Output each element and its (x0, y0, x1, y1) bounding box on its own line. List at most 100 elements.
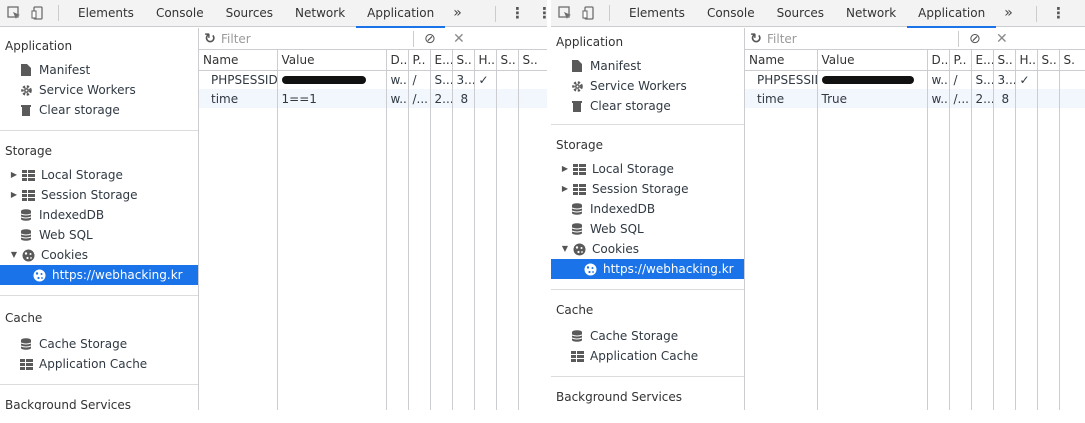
delete-selected-icon[interactable]: ✕ (453, 28, 465, 50)
inspect-element-icon[interactable] (555, 3, 575, 23)
column-header-size[interactable]: S.. (452, 50, 475, 71)
redaction-mark (821, 76, 914, 85)
refresh-icon[interactable]: ↻ (199, 31, 221, 47)
column-header-httponly[interactable]: H.. (1015, 50, 1038, 71)
trash-icon (19, 103, 33, 117)
tab-sources[interactable]: Sources (766, 0, 835, 27)
redaction-mark (281, 76, 366, 85)
expand-arrow-icon[interactable]: ▶ (9, 165, 19, 185)
column-header-domain[interactable]: D.. (386, 50, 409, 71)
table-row[interactable]: PHPSESSID w... / S... 3... ✓ (745, 70, 1085, 89)
cookie-name-cell: time (745, 89, 818, 108)
tab-console[interactable]: Console (696, 0, 766, 27)
tab-sources[interactable]: Sources (215, 0, 284, 27)
column-header-samesite[interactable]: S. (1059, 50, 1085, 71)
document-icon (570, 59, 584, 73)
sidebar-item-web-sql[interactable]: Web SQL (551, 219, 744, 239)
sidebar-item-local-storage[interactable]: ▶ Local Storage (551, 159, 744, 179)
sidebar-item-local-storage[interactable]: ▶ Local Storage (0, 165, 198, 185)
sidebar-item-application-cache[interactable]: Application Cache (551, 346, 744, 366)
cookie-cell (1015, 89, 1038, 108)
sidebar-item-service-workers[interactable]: Service Workers (0, 80, 198, 100)
expand-arrow-icon[interactable]: ▶ (560, 159, 570, 179)
sidebar-item-manifest[interactable]: Manifest (0, 60, 198, 80)
expand-arrow-icon[interactable]: ▶ (9, 185, 19, 205)
sidebar-item-label: Application Cache (590, 349, 699, 363)
expand-arrow-icon[interactable]: ▶ (560, 179, 570, 199)
clear-all-icon[interactable]: ⊘ (969, 28, 981, 50)
column-header-secure[interactable]: S.. (496, 50, 519, 71)
tab-application[interactable]: Application (907, 0, 997, 28)
filter-input[interactable] (221, 28, 401, 49)
filter-input[interactable] (767, 28, 947, 49)
table-row[interactable]: time 1==1 w... /... 2... 8 (199, 89, 547, 108)
clear-all-icon[interactable]: ⊘ (424, 28, 436, 50)
cookie-cell: 3... (993, 70, 1016, 89)
customize-menu-icon[interactable]: ⋮ (1051, 0, 1066, 27)
sidebar-item-clear-storage[interactable]: Clear storage (551, 96, 744, 116)
table-row[interactable]: PHPSESSID w... / S... 3... ✓ (199, 70, 547, 89)
column-header-httponly[interactable]: H.. (474, 50, 497, 71)
cookie-cell (1059, 70, 1085, 89)
cookie-cell (474, 89, 497, 108)
devtools-panel-left: Elements Console Sources Network Applica… (0, 0, 547, 410)
column-header-domain[interactable]: D.. (927, 50, 950, 71)
column-header-name[interactable]: Name (745, 50, 818, 71)
sidebar-item-application-cache[interactable]: Application Cache (0, 354, 198, 374)
column-header-name[interactable]: Name (199, 50, 278, 71)
column-header-expires[interactable]: E... (971, 50, 994, 71)
column-header-path[interactable]: P.. (949, 50, 972, 71)
sidebar-item-cache-storage[interactable]: Cache Storage (551, 326, 744, 346)
sidebar-item-indexeddb[interactable]: IndexedDB (0, 205, 198, 225)
sidebar-item-cookie-origin[interactable]: https://webhacking.kr (551, 259, 744, 279)
column-header-size[interactable]: S.. (993, 50, 1016, 71)
customize-menu-icon-partial[interactable]: ⋮ (537, 0, 547, 27)
sidebar-item-indexeddb[interactable]: IndexedDB (551, 199, 744, 219)
tab-network[interactable]: Network (284, 0, 356, 27)
column-header-secure[interactable]: S.. (1037, 50, 1060, 71)
column-header-path[interactable]: P.. (408, 50, 431, 71)
cookie-cell (1059, 89, 1085, 108)
tab-console[interactable]: Console (145, 0, 215, 27)
sidebar-item-cookies[interactable]: ▼ Cookies (0, 245, 198, 265)
database-icon (19, 337, 33, 351)
sidebar-item-cache-storage[interactable]: Cache Storage (0, 334, 198, 354)
tab-elements[interactable]: Elements (618, 0, 696, 27)
cookie-cell: 8 (993, 89, 1016, 108)
sidebar-item-clear-storage[interactable]: Clear storage (0, 100, 198, 120)
cookie-cell (518, 89, 547, 108)
delete-selected-icon[interactable]: ✕ (996, 28, 1008, 50)
customize-menu-icon[interactable]: ⋮ (510, 0, 525, 27)
collapse-arrow-icon[interactable]: ▼ (560, 239, 570, 259)
sidebar-item-label: Cache Storage (39, 337, 128, 351)
inspect-element-icon[interactable] (4, 3, 24, 23)
sidebar-item-label: Session Storage (41, 188, 138, 202)
table-filler-row (199, 108, 547, 410)
column-header-samesite[interactable]: S.. (518, 50, 547, 71)
more-tabs-button[interactable]: » (445, 0, 470, 27)
refresh-icon[interactable]: ↻ (745, 31, 767, 47)
sidebar-item-web-sql[interactable]: Web SQL (0, 225, 198, 245)
more-tabs-button[interactable]: » (996, 0, 1021, 27)
cookie-icon (583, 262, 597, 276)
device-toolbar-icon[interactable] (579, 3, 599, 23)
collapse-arrow-icon[interactable]: ▼ (9, 245, 19, 265)
sidebar-item-session-storage[interactable]: ▶ Session Storage (0, 185, 198, 205)
tab-application[interactable]: Application (356, 0, 446, 28)
column-header-expires[interactable]: E... (430, 50, 453, 71)
section-header-storage: Storage (5, 144, 52, 158)
cookie-cell: w... (386, 89, 409, 108)
column-header-value[interactable]: Value (277, 50, 387, 71)
tab-elements[interactable]: Elements (67, 0, 145, 27)
sidebar-item-service-workers[interactable]: Service Workers (551, 76, 744, 96)
cookie-cell: / (408, 70, 431, 89)
column-header-value[interactable]: Value (817, 50, 928, 71)
sidebar-item-cookies[interactable]: ▼ Cookies (551, 239, 744, 259)
sidebar-item-cookie-origin[interactable]: https://webhacking.kr (0, 265, 198, 285)
tab-network[interactable]: Network (835, 0, 907, 27)
sidebar-item-manifest[interactable]: Manifest (551, 56, 744, 76)
device-toolbar-icon[interactable] (28, 3, 48, 23)
devtools-toolbar: Elements Console Sources Network Applica… (551, 0, 1085, 28)
table-row[interactable]: time True w... /... 2... 8 (745, 89, 1085, 108)
sidebar-item-session-storage[interactable]: ▶ Session Storage (551, 179, 744, 199)
